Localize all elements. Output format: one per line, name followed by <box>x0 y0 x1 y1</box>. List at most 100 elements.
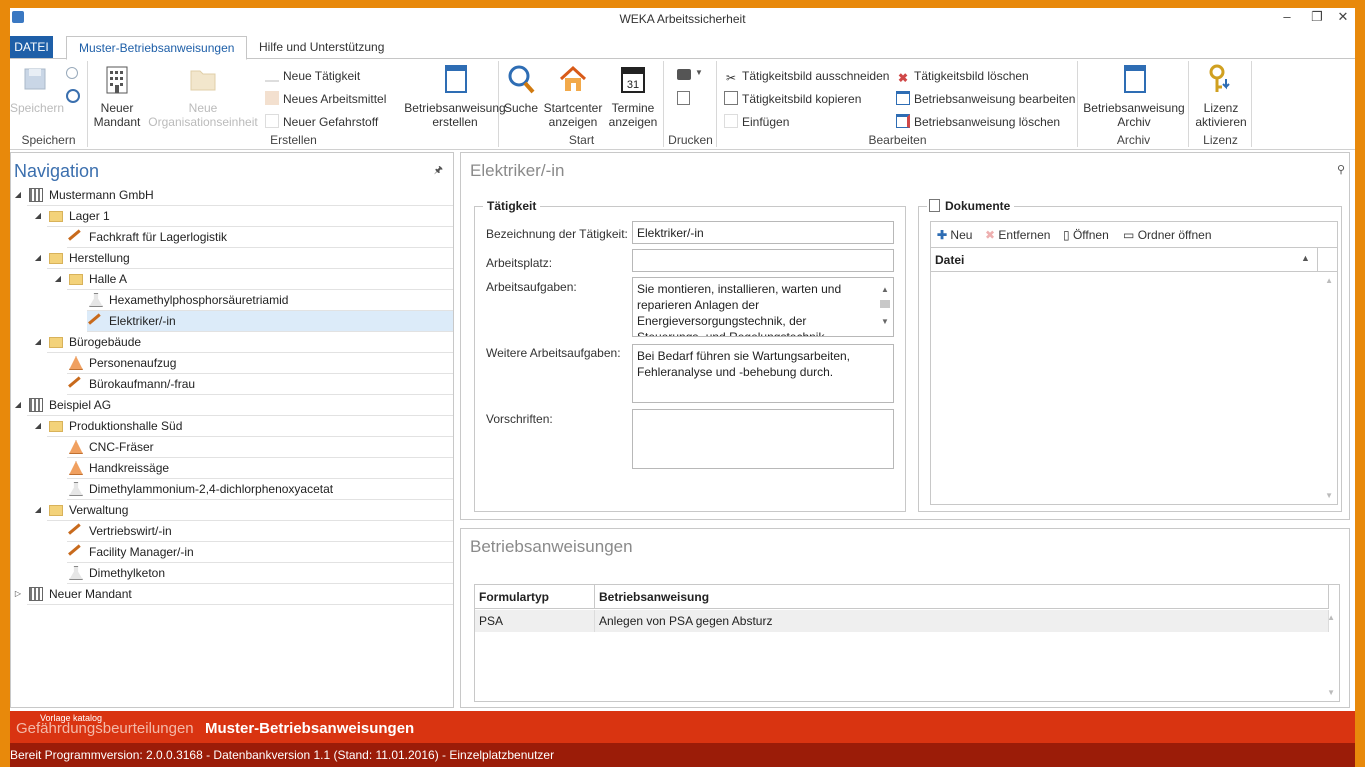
hammer-icon <box>265 68 279 82</box>
edit-instruction-button[interactable]: Betriebsanweisung bearbeiten <box>896 90 1075 108</box>
tree-item[interactable]: ▷ Neuer Mandant <box>15 584 453 605</box>
sort-up-icon[interactable]: ▲ <box>1301 253 1310 263</box>
search-button[interactable]: Suche <box>504 63 538 115</box>
scroll-down-icon[interactable]: ▼ <box>1325 491 1333 500</box>
undo-icon[interactable] <box>66 67 78 79</box>
tree-item-label: Dimethylammonium-2,4-dichlorphenoxyaceta… <box>89 482 334 496</box>
tasks-scrollbar[interactable]: ▲ ▼ <box>879 282 891 334</box>
archive-button[interactable]: Betriebsanweisung Archiv <box>1081 63 1187 129</box>
form-type-column-header[interactable]: Formulartyp <box>475 585 595 609</box>
module-instructions[interactable]: Muster-Betriebsanweisungen <box>205 720 414 737</box>
folder-icon <box>69 274 83 285</box>
startcenter-button[interactable]: Startcenter anzeigen <box>542 63 604 129</box>
activate-license-button[interactable]: Lizenz aktivieren <box>1192 63 1250 129</box>
paste-button[interactable]: Einfügen <box>724 113 789 131</box>
archive-label: Betriebsanweisung Archiv <box>1083 101 1185 129</box>
more-tasks-field[interactable]: Bei Bedarf führen sie Wartungsarbeiten, … <box>632 344 894 403</box>
folder-icon <box>190 70 216 91</box>
tree-item-label: Bürokaufmann/-frau <box>89 377 196 391</box>
tree-item[interactable]: Handkreissäge <box>67 458 453 479</box>
tree-expander-icon[interactable]: ◢ <box>33 248 43 268</box>
tree-expander-icon[interactable]: ◢ <box>13 185 23 205</box>
tree-expander-icon[interactable]: ◢ <box>13 395 23 415</box>
scroll-down-icon[interactable]: ▼ <box>1327 688 1335 697</box>
scroll-up-icon[interactable]: ▲ <box>1325 276 1333 285</box>
delete-document-icon <box>896 114 910 128</box>
tree-expander-icon[interactable]: ▷ <box>13 584 23 604</box>
tree-item[interactable]: ◢ Herstellung <box>35 248 453 269</box>
tree-item[interactable]: ◢ Bürogebäude <box>35 332 453 353</box>
copy-activity-button[interactable]: Tätigkeitsbild kopieren <box>724 90 861 108</box>
tree-expander-icon[interactable]: ◢ <box>33 206 43 226</box>
create-instruction-button[interactable]: Betriebsanweisung erstellen <box>403 63 507 129</box>
close-button[interactable]: ✕ <box>1328 8 1355 28</box>
edit-document-icon <box>896 91 910 105</box>
group-label-lizenz: Lizenz <box>1203 133 1238 147</box>
tab-help[interactable]: Hilfe und Unterstützung <box>247 36 396 60</box>
instruction-column-header[interactable]: Betriebsanweisung <box>595 585 1329 609</box>
new-client-label: Neuer Mandant <box>93 101 141 129</box>
save-button[interactable]: Speichern <box>10 63 64 115</box>
new-activity-button[interactable]: Neue Tätigkeit <box>265 67 360 85</box>
tree-item[interactable]: ◢ Halle A <box>55 269 453 290</box>
open-folder-button[interactable]: ▭ Ordner öffnen <box>1123 226 1212 244</box>
module-risk-assessment[interactable]: Gefährdungsbeurteilungen <box>16 720 194 737</box>
tree-item-label: Vertriebswirt/-in <box>89 524 172 538</box>
workplace-field[interactable] <box>632 249 894 272</box>
tree-item[interactable]: Hexamethylphosphorsäuretriamid <box>87 290 453 311</box>
tree-expander-icon[interactable]: ◢ <box>33 500 43 520</box>
print-preview-icon[interactable] <box>677 91 690 105</box>
flask-icon <box>69 566 83 580</box>
new-document-button[interactable]: ✚ Neu <box>937 226 972 244</box>
new-client-button[interactable]: Neuer Mandant <box>91 63 143 129</box>
scroll-up-icon[interactable]: ▲ <box>1327 613 1335 622</box>
dates-button[interactable]: 31 Termine anzeigen <box>606 63 660 129</box>
cut-activity-button[interactable]: ✂ Tätigkeitsbild ausschneiden <box>724 67 889 85</box>
tree-item[interactable]: Personenaufzug <box>67 353 453 374</box>
search-icon[interactable]: ⚲ <box>1337 163 1345 176</box>
tree-item[interactable]: ◢ Produktionshalle Süd <box>35 416 453 437</box>
chevron-down-icon[interactable]: ▼ <box>695 68 703 77</box>
group-label-bearbeiten: Bearbeiten <box>868 133 927 147</box>
minimize-button[interactable]: – <box>1272 8 1302 28</box>
tab-file[interactable]: DATEI <box>10 36 53 58</box>
tree-item[interactable]: Elektriker/-in <box>87 311 453 332</box>
tree-item[interactable]: Dimethylketon <box>67 563 453 584</box>
new-hazard-button[interactable]: Neuer Gefahrstoff <box>265 113 378 131</box>
form-type-cell[interactable]: PSA <box>475 610 595 632</box>
tasks-field[interactable]: Sie montieren, installieren, warten und … <box>632 277 894 337</box>
tree-expander-icon[interactable]: ◢ <box>53 269 63 289</box>
delete-activity-button[interactable]: ✖ Tätigkeitsbild löschen <box>896 67 1029 85</box>
tree-expander-icon[interactable]: ◢ <box>33 416 43 436</box>
open-document-button[interactable]: ▯ Öffnen <box>1063 226 1109 244</box>
remove-document-button[interactable]: ✖ Entfernen <box>985 226 1050 244</box>
new-org-unit-button[interactable]: Neue Organisationseinheit <box>147 63 259 129</box>
tree-item[interactable]: ◢ Verwaltung <box>35 500 453 521</box>
tab-muster-betriebsanweisungen[interactable]: Muster-Betriebsanweisungen <box>66 36 248 60</box>
building-icon <box>29 587 43 601</box>
tree-item[interactable]: ◢ Mustermann GmbH <box>15 185 453 206</box>
file-column-header[interactable]: Datei <box>935 253 964 267</box>
instructions-title: Betriebsanweisungen <box>470 537 633 556</box>
tree-expander-icon[interactable]: ◢ <box>33 332 43 352</box>
tree-item[interactable]: CNC-Fräser <box>67 437 453 458</box>
activity-fieldset: Tätigkeit Bezeichnung der Tätigkeit: Ele… <box>474 199 906 512</box>
tree-item[interactable]: Vertriebswirt/-in <box>67 521 453 542</box>
tree-item[interactable]: Bürokaufmann/-frau <box>67 374 453 395</box>
pin-icon[interactable]: 🖈 <box>434 163 443 180</box>
sync-icon[interactable] <box>66 89 80 103</box>
tree-item[interactable]: ◢ Beispiel AG <box>15 395 453 416</box>
tree-item[interactable]: Dimethylammonium-2,4-dichlorphenoxyaceta… <box>67 479 453 500</box>
delete-instruction-button[interactable]: Betriebsanweisung löschen <box>896 113 1060 131</box>
documents-legend-label: Dokumente <box>945 199 1011 213</box>
tree-item[interactable]: Fachkraft für Lagerlogistik <box>67 227 453 248</box>
home-icon <box>559 65 587 91</box>
new-workspace-button[interactable]: Neues Arbeitsmittel <box>265 90 386 108</box>
activity-name-field[interactable]: Elektriker/-in <box>632 221 894 244</box>
regulations-field[interactable] <box>632 409 894 469</box>
tree-item[interactable]: ◢ Lager 1 <box>35 206 453 227</box>
printer-icon[interactable] <box>677 69 691 80</box>
tree-item[interactable]: Facility Manager/-in <box>67 542 453 563</box>
instruction-cell[interactable]: Anlegen von PSA gegen Absturz <box>595 610 1329 632</box>
tree-item-label: Dimethylketon <box>89 566 166 580</box>
